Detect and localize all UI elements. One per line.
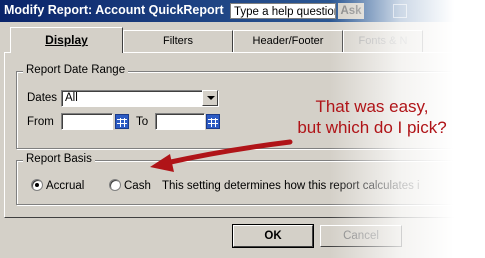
- report-basis-description: This setting determines how this report …: [162, 180, 420, 192]
- ok-button[interactable]: OK: [232, 224, 314, 248]
- ask-button[interactable]: Ask: [338, 3, 364, 19]
- title-bar[interactable]: Modify Report: Account QuickReport Type …: [0, 0, 485, 22]
- dates-label: Dates: [27, 92, 58, 104]
- tab-display[interactable]: Display: [10, 27, 123, 53]
- cash-label[interactable]: Cash: [124, 180, 151, 192]
- calendar-icon[interactable]: [115, 114, 129, 129]
- tab-fonts-label: Fonts & N: [358, 35, 408, 47]
- from-label: From: [27, 116, 54, 128]
- tab-header-footer-label: Header/Footer: [252, 35, 324, 47]
- report-basis-legend: Report Basis: [23, 153, 95, 165]
- report-date-range-legend: Report Date Range: [23, 64, 129, 76]
- from-date-input[interactable]: [61, 113, 113, 130]
- to-date-input[interactable]: [155, 113, 205, 130]
- tab-filters-label: Filters: [163, 35, 193, 47]
- annotation-callout: That was easy, but which do I pick?: [262, 96, 482, 138]
- accrual-radio[interactable]: [31, 179, 43, 191]
- tab-header-footer[interactable]: Header/Footer: [233, 30, 343, 52]
- tab-fonts[interactable]: Fonts & N: [343, 30, 423, 52]
- cash-radio[interactable]: [109, 179, 121, 191]
- help-question-input[interactable]: Type a help question: [230, 3, 336, 19]
- chevron-down-icon[interactable]: [202, 90, 218, 106]
- annotation-line-1: That was easy,: [315, 97, 429, 116]
- tab-filters[interactable]: Filters: [123, 30, 233, 52]
- calendar-icon[interactable]: [206, 114, 220, 129]
- window-title: Modify Report: Account QuickReport: [4, 3, 224, 17]
- dates-select[interactable]: All: [61, 90, 219, 107]
- dates-select-value: All: [65, 92, 78, 104]
- accrual-label[interactable]: Accrual: [46, 180, 84, 192]
- annotation-line-2: but which do I pick?: [297, 118, 447, 137]
- to-label: To: [136, 116, 149, 128]
- window-control-icon[interactable]: [393, 4, 407, 18]
- tab-display-label: Display: [45, 33, 88, 47]
- cancel-button[interactable]: Cancel: [320, 225, 402, 247]
